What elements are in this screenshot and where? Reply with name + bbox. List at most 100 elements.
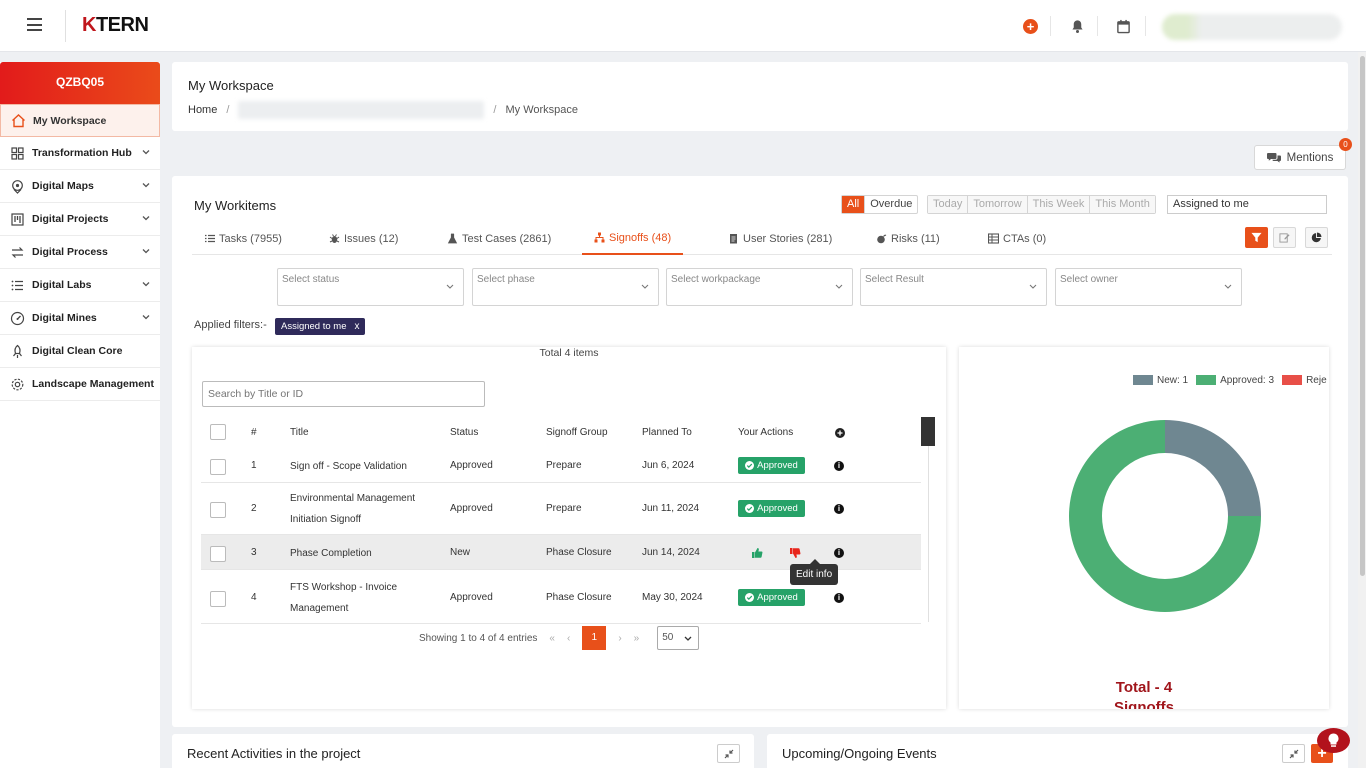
row-title[interactable]: Sign off - Scope Validation [290,456,440,477]
applied-filters-label: Applied filters:- [194,319,267,331]
tab-user-stories[interactable]: User Stories (281) [728,222,832,255]
info-icon[interactable]: i [834,547,844,558]
filter-tomorrow[interactable]: Tomorrow [968,196,1028,213]
tab-risks[interactable]: Risks (11) [876,222,940,255]
sidebar-item-digital-process[interactable]: Digital Process [0,236,160,269]
select-phase-dropdown[interactable]: Select phase [472,268,659,306]
plus-circle-icon[interactable]: + [1023,19,1038,34]
pie-chart-icon [1311,232,1322,243]
select-all-checkbox[interactable] [210,424,226,440]
sidebar-item-digital-labs[interactable]: Digital Labs [0,269,160,302]
mentions-count-badge: 0 [1339,138,1352,151]
row-signoff-group: Prepare [546,503,582,514]
applied-filter-chip[interactable]: Assigned to me x [275,318,366,335]
sitemap-icon [594,232,605,243]
sidebar-item-digital-projects[interactable]: Digital Projects [0,203,160,236]
sidebar-item-digital-maps[interactable]: Digital Maps [0,170,160,203]
first-page-button[interactable]: « [549,633,555,644]
current-page-button[interactable]: 1 [582,626,607,650]
ktern-logo[interactable]: KTERN [82,14,149,37]
chevron-down-icon[interactable] [142,280,150,288]
calendar-icon[interactable] [1116,19,1131,34]
select-status-dropdown[interactable]: Select status [277,268,464,306]
user-profile-avatar[interactable] [1162,14,1342,40]
col-status[interactable]: Status [450,427,478,438]
project-code-badge[interactable]: QZBQ05 [0,62,160,104]
chevron-down-icon[interactable] [142,214,150,222]
chevron-down-icon [684,636,692,641]
page-scrollbar[interactable] [1358,52,1366,768]
info-icon[interactable]: i [834,504,844,514]
collapse-recent-button[interactable] [717,744,740,763]
filter-this-week[interactable]: This Week [1027,196,1091,213]
filter-all[interactable]: All [842,196,866,213]
next-page-button[interactable]: › [618,633,621,644]
chevron-down-icon[interactable] [142,247,150,255]
thumbs-up-icon[interactable] [751,547,763,559]
col-signoff-group[interactable]: Signoff Group [546,427,608,438]
topbar-separator [1097,16,1098,36]
tab-signoffs[interactable]: Signoffs (48) [582,222,684,255]
chevron-down-icon[interactable] [142,181,150,189]
lightbulb-help-button[interactable] [1317,728,1350,753]
sidebar-item-digital-mines[interactable]: Digital Mines [0,302,160,335]
sidebar-item-transformation-hub[interactable]: Transformation Hub [0,137,160,170]
sidebar-item-digital-clean-core[interactable]: Digital Clean Core [0,335,160,368]
chevron-down-icon [835,284,843,289]
prev-page-button[interactable]: ‹ [567,633,570,644]
edit-view-button[interactable] [1273,227,1296,248]
bug-icon [329,234,340,243]
tab-issues[interactable]: Issues (12) [329,222,398,255]
filter-overdue[interactable]: Overdue [865,196,917,213]
breadcrumb-project-redacted[interactable] [238,101,485,119]
tab-test-cases[interactable]: Test Cases (2861) [447,222,551,255]
bell-icon[interactable] [1070,19,1085,34]
row-title[interactable]: Phase Completion [290,543,440,564]
row-checkbox[interactable] [210,502,226,518]
chip-close-icon[interactable]: x [354,321,359,332]
kanban-icon [11,212,24,226]
row-checkbox[interactable] [210,590,226,607]
row-title[interactable]: FTS Workshop - Invoice Management [290,577,440,619]
thumbs-down-icon[interactable] [789,547,801,559]
gauge-icon [10,311,25,325]
sidebar-item-my-workspace[interactable]: My Workspace [0,104,160,137]
chevron-down-icon[interactable] [142,148,150,156]
add-column-icon[interactable] [835,428,845,438]
select-owner-dropdown[interactable]: Select owner [1055,268,1242,306]
tab-ctas[interactable]: CTAs (0) [988,222,1046,255]
assigned-to-select[interactable]: Assigned to me [1167,195,1327,214]
col-planned-to[interactable]: Planned To [642,427,692,438]
col-num: # [251,427,257,438]
row-planned-date: Jun 6, 2024 [642,459,695,471]
document-icon [730,234,737,244]
row-status: New [450,546,471,558]
filter-button[interactable] [1245,227,1268,248]
row-title[interactable]: Environmental Management Initiation Sign… [290,488,440,530]
mentions-button[interactable]: Mentions [1254,145,1346,170]
col-title[interactable]: Title [290,427,309,438]
table-scrollbar[interactable] [921,417,935,446]
sidebar-item-landscape-management[interactable]: Landscape Management [0,368,160,401]
info-icon[interactable]: i [834,460,844,471]
row-number: 1 [251,459,257,471]
row-checkbox[interactable] [210,545,226,562]
workitems-title: My Workitems [194,198,277,213]
row-checkbox[interactable] [210,458,226,475]
select-result-dropdown[interactable]: Select Result [860,268,1047,306]
signoff-chart-panel: New: 1 Approved: 3 Reje Total - 4 Signoffs [959,347,1329,709]
collapse-events-button[interactable] [1282,744,1305,763]
hamburger-menu-icon[interactable] [27,18,42,31]
info-icon[interactable]: i [834,592,844,603]
select-workpackage-dropdown[interactable]: Select workpackage [666,268,853,306]
chart-view-button[interactable] [1305,227,1328,248]
chevron-down-icon[interactable] [142,313,150,321]
breadcrumb-home[interactable]: Home [188,104,217,116]
search-input[interactable] [202,381,485,407]
last-page-button[interactable]: » [634,633,640,644]
page-size-select[interactable]: 50 [657,626,700,650]
filter-today[interactable]: Today [928,196,969,213]
filter-this-month[interactable]: This Month [1090,196,1155,213]
donut-slice-new[interactable] [1165,420,1261,516]
tab-tasks[interactable]: Tasks (7955) [204,222,282,255]
